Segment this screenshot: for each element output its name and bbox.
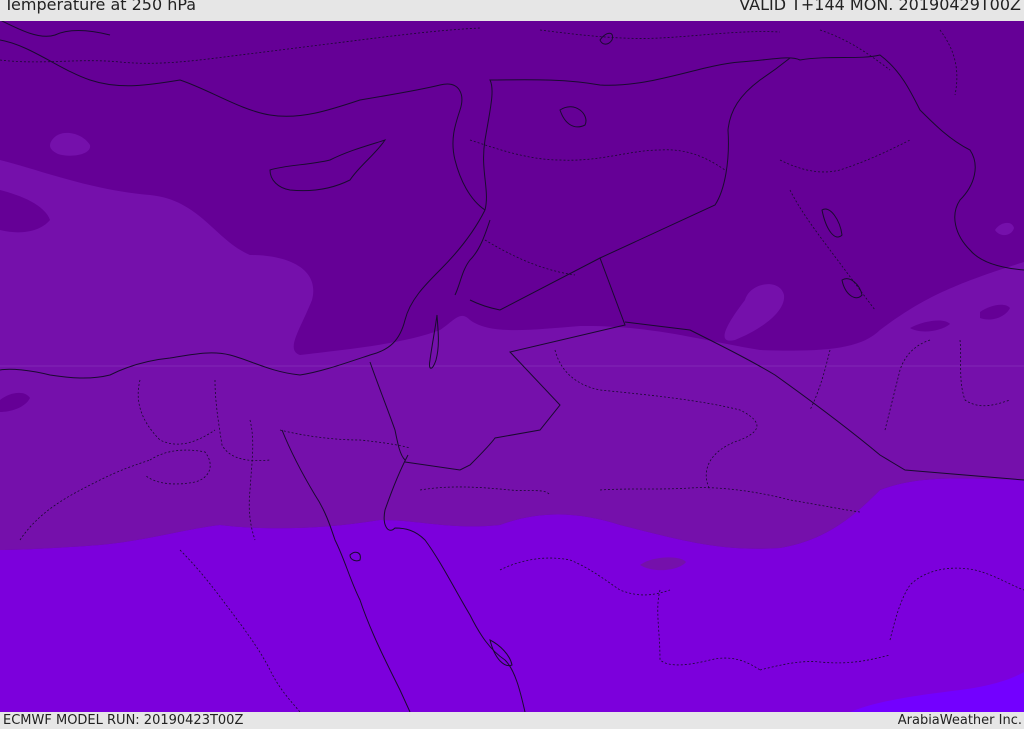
map-title: Temperature at 250 hPa [4,0,197,14]
temperature-map[interactable] [0,21,1024,712]
valid-time: VALID T+144 MON. 20190429T00Z [739,0,1021,14]
credit-text: ArabiaWeather Inc. [897,713,1022,728]
footer-bar: ECMWF MODEL RUN: 20190423T00Z ArabiaWeat… [0,712,1024,729]
header-bar: Temperature at 250 hPa VALID T+144 MON. … [0,0,1024,22]
model-run: ECMWF MODEL RUN: 20190423T00Z [3,713,244,728]
